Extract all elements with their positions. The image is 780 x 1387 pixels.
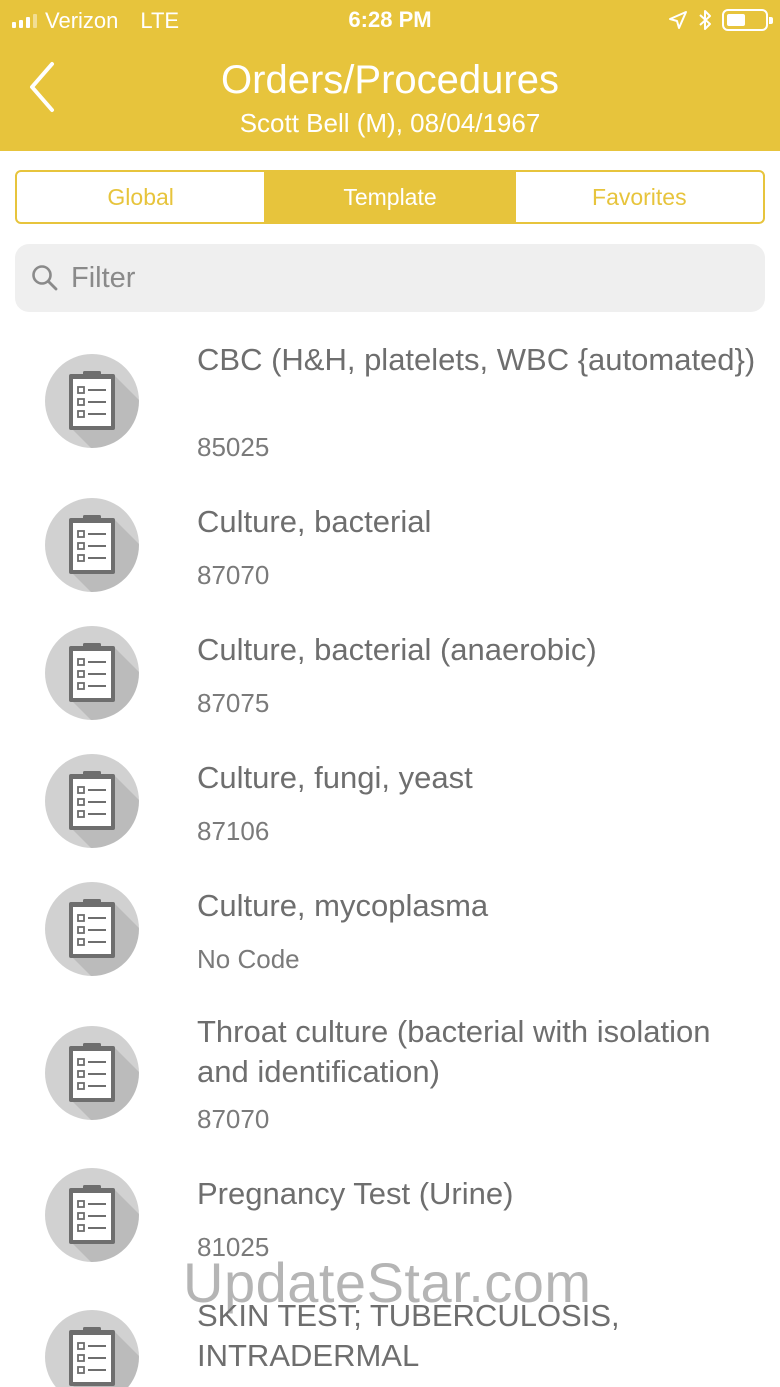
list-item[interactable]: Culture, mycoplasma No Code [0, 866, 780, 994]
list-item[interactable]: Pregnancy Test (Urine) 81025 [0, 1156, 780, 1292]
status-bar: Verizon LTE 6:28 PM [0, 0, 780, 40]
list-item[interactable]: Culture, bacterial 87070 [0, 482, 780, 610]
segmented-control: Global Template Favorites [15, 170, 765, 224]
procedure-code: 81025 [197, 1232, 270, 1262]
search-bar [15, 244, 765, 312]
procedure-title: Pregnancy Test (Urine) [197, 1176, 514, 1211]
location-arrow-icon [669, 11, 687, 29]
clipboard-checklist-icon [45, 1026, 139, 1120]
tab-template[interactable]: Template [264, 172, 514, 222]
clipboard-checklist-icon [45, 1168, 139, 1262]
battery-icon [722, 9, 773, 31]
procedure-list: CBC (H&H, platelets, WBC {automated}) 85… [0, 322, 780, 1387]
bluetooth-icon [699, 10, 711, 30]
procedure-title: Culture, bacterial (anaerobic) [197, 632, 597, 667]
clipboard-checklist-icon [45, 626, 139, 720]
tab-global[interactable]: Global [17, 172, 264, 222]
procedure-code: 87070 [197, 560, 270, 590]
procedure-title: Culture, bacterial [197, 504, 432, 539]
list-item[interactable]: Culture, bacterial (anaerobic) 87075 [0, 610, 780, 738]
procedure-code: 87070 [197, 1104, 270, 1134]
status-icons [668, 8, 773, 32]
procedure-code: 85025 [197, 432, 270, 462]
tab-favorites[interactable]: Favorites [513, 172, 763, 222]
search-icon [32, 265, 58, 291]
procedure-title: Culture, fungi, yeast [197, 760, 473, 795]
procedure-title: SKIN TEST; TUBERCULOSIS, INTRADERMAL [197, 1298, 620, 1373]
list-item[interactable]: Culture, fungi, yeast 87106 [0, 738, 780, 866]
clipboard-checklist-icon [45, 354, 139, 448]
procedure-title: Culture, mycoplasma [197, 888, 489, 923]
page-title: Orders/Procedures [221, 58, 559, 102]
patient-info: Scott Bell (M), 08/04/1967 [239, 108, 541, 138]
clipboard-checklist-icon [45, 754, 139, 848]
list-item[interactable]: Throat culture (bacterial with isolation… [0, 994, 780, 1156]
status-time: 6:28 PM [348, 7, 432, 32]
procedure-code: 87075 [197, 688, 270, 718]
procedure-title: CBC (H&H, platelets, WBC {automated}) [197, 342, 756, 377]
list-item[interactable]: SKIN TEST; TUBERCULOSIS, INTRADERMAL [0, 1292, 780, 1387]
header-bar: Verizon LTE 6:28 PM Orders/Procedures Sc… [0, 0, 780, 151]
clipboard-checklist-icon [45, 882, 139, 976]
list-item[interactable]: CBC (H&H, platelets, WBC {automated}) 85… [0, 322, 780, 482]
clipboard-checklist-icon [45, 1310, 139, 1387]
procedure-code: No Code [197, 944, 300, 974]
procedure-title: Throat culture (bacterial with isolation… [197, 1014, 711, 1089]
procedure-code: 87106 [197, 816, 270, 846]
filter-input[interactable] [71, 261, 721, 295]
clipboard-checklist-icon [45, 498, 139, 592]
